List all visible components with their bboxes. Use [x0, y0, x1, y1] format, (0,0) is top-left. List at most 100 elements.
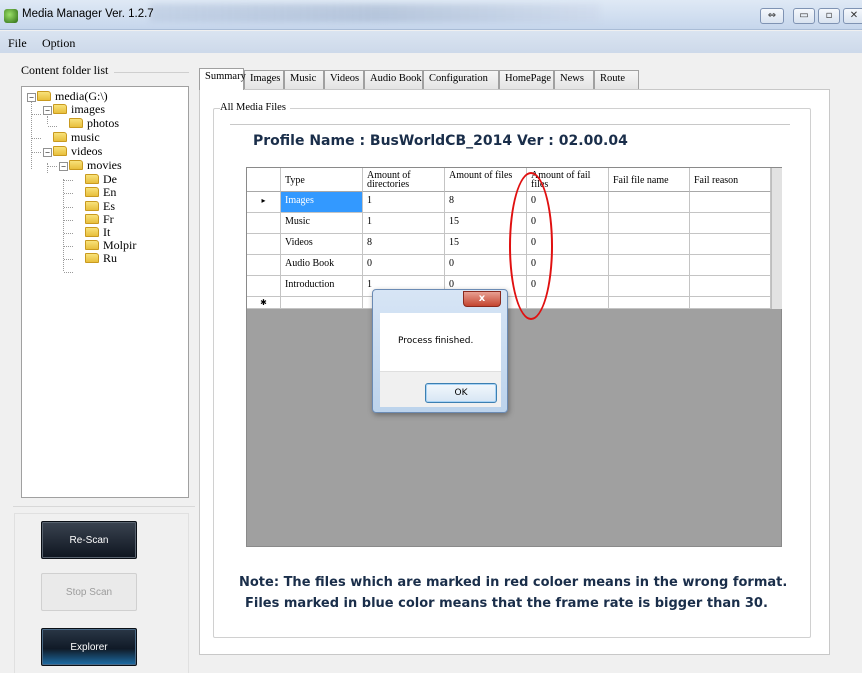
folder-icon: [37, 91, 51, 101]
tab-audio-book[interactable]: Audio Book: [364, 70, 423, 89]
table-cell[interactable]: 0: [363, 255, 445, 276]
folder-icon: [53, 146, 67, 156]
tab-route[interactable]: Route: [594, 70, 639, 89]
note-red-files: Note: The files which are marked in red …: [239, 575, 788, 590]
table-cell[interactable]: [690, 234, 771, 255]
table-cell[interactable]: [690, 255, 771, 276]
tab-news[interactable]: News: [554, 70, 594, 89]
column-header-fail-files[interactable]: Amount of fail files: [527, 168, 609, 192]
column-header-type[interactable]: Type: [281, 168, 363, 192]
maximize-button[interactable]: ▫: [818, 8, 840, 24]
new-row-icon[interactable]: ✱: [247, 297, 281, 309]
ok-button[interactable]: OK: [425, 383, 497, 403]
table-cell[interactable]: [690, 276, 771, 297]
table-cell[interactable]: [609, 255, 690, 276]
table-cell[interactable]: [609, 213, 690, 234]
table-cell[interactable]: Introduction: [281, 276, 363, 297]
table-cell[interactable]: 0: [527, 192, 609, 213]
row-header[interactable]: [247, 276, 281, 297]
dialog-footer: OK: [380, 371, 501, 407]
grid-corner: [247, 168, 281, 192]
table-cell[interactable]: [609, 276, 690, 297]
folder-icon: [53, 132, 67, 142]
row-header[interactable]: [247, 213, 281, 234]
row-header[interactable]: [247, 255, 281, 276]
folder-icon: [85, 240, 99, 250]
folder-icon: [53, 104, 67, 114]
collapse-icon[interactable]: −: [43, 106, 52, 115]
table-cell[interactable]: 0: [527, 255, 609, 276]
table-cell[interactable]: Music: [281, 213, 363, 234]
menu-option[interactable]: Option: [42, 36, 75, 51]
table-cell[interactable]: 0: [527, 213, 609, 234]
row-header-current-icon[interactable]: ▸: [247, 192, 281, 213]
folder-icon: [85, 214, 99, 224]
table-cell[interactable]: [609, 297, 690, 309]
tab-configuration[interactable]: Configuration: [423, 70, 499, 89]
collapse-icon[interactable]: −: [59, 162, 68, 171]
folder-icon: [69, 118, 83, 128]
message-dialog: x Process finished. OK: [372, 289, 508, 413]
tab-summary[interactable]: Summary: [199, 68, 246, 90]
group-label: All Media Files: [220, 102, 290, 113]
stop-scan-button[interactable]: Stop Scan: [41, 573, 137, 611]
folder-tree[interactable]: − media(G:\) − images photos music − vid…: [21, 86, 189, 498]
folder-icon: [85, 201, 99, 211]
minimize-button[interactable]: ▭: [793, 8, 815, 24]
table-cell[interactable]: 15: [445, 234, 527, 255]
row-header[interactable]: [247, 234, 281, 255]
window-title: Media Manager Ver. 1.2.7: [22, 8, 154, 20]
summary-grid[interactable]: Type Amount of directories Amount of fil…: [246, 167, 782, 547]
tab-music[interactable]: Music: [284, 70, 324, 89]
table-cell[interactable]: [281, 297, 363, 309]
tab-homepage[interactable]: HomePage: [499, 70, 554, 89]
table-cell[interactable]: [690, 213, 771, 234]
tab-images[interactable]: Images: [244, 70, 284, 89]
collapse-icon[interactable]: −: [43, 148, 52, 157]
table-cell[interactable]: 0: [527, 234, 609, 255]
column-header-fail-file-name[interactable]: Fail file name: [609, 168, 690, 192]
menu-bar: [0, 31, 862, 53]
table-cell[interactable]: 0: [445, 255, 527, 276]
table-cell[interactable]: [690, 297, 771, 309]
title-bar-blur: [150, 4, 600, 22]
table-cell[interactable]: 15: [445, 213, 527, 234]
column-header-fail-reason[interactable]: Fail reason: [690, 168, 771, 192]
folder-icon: [85, 253, 99, 263]
column-header-files[interactable]: Amount of files: [445, 168, 527, 192]
explorer-button[interactable]: Explorer: [41, 628, 137, 666]
column-header-directories[interactable]: Amount of directories: [363, 168, 445, 192]
folder-icon: [85, 174, 99, 184]
rescan-button[interactable]: Re-Scan: [41, 521, 137, 559]
table-cell[interactable]: 0: [527, 276, 609, 297]
divider: [13, 506, 195, 507]
table-cell[interactable]: [690, 192, 771, 213]
table-cell[interactable]: 1: [363, 192, 445, 213]
note-blue-files: Files marked in blue color means that th…: [245, 596, 768, 611]
folder-list-label: Content folder list: [21, 63, 109, 77]
table-cell[interactable]: 1: [363, 213, 445, 234]
table-cell[interactable]: 8: [445, 192, 527, 213]
tab-videos[interactable]: Videos: [324, 70, 364, 89]
folder-icon: [69, 160, 83, 170]
restore-icon[interactable]: ⇔: [760, 8, 784, 24]
folder-icon: [85, 187, 99, 197]
table-cell[interactable]: 8: [363, 234, 445, 255]
table-cell[interactable]: Videos: [281, 234, 363, 255]
app-icon: [4, 9, 18, 23]
grid-scrollbar[interactable]: [771, 168, 782, 309]
dialog-message: Process finished.: [398, 336, 474, 346]
menu-file[interactable]: File: [8, 36, 27, 51]
table-cell[interactable]: [609, 234, 690, 255]
table-cell[interactable]: Audio Book: [281, 255, 363, 276]
table-cell[interactable]: [527, 297, 609, 309]
divider: [114, 72, 189, 73]
table-cell[interactable]: Images: [281, 192, 363, 213]
folder-icon: [85, 227, 99, 237]
dialog-close-button[interactable]: x: [463, 291, 501, 307]
collapse-icon[interactable]: −: [27, 93, 36, 102]
dialog-body: Process finished. OK: [380, 313, 501, 407]
table-cell[interactable]: [609, 192, 690, 213]
close-button[interactable]: ✕: [843, 8, 862, 24]
profile-title: Profile Name : BusWorldCB_2014 Ver : 02.…: [253, 133, 628, 149]
